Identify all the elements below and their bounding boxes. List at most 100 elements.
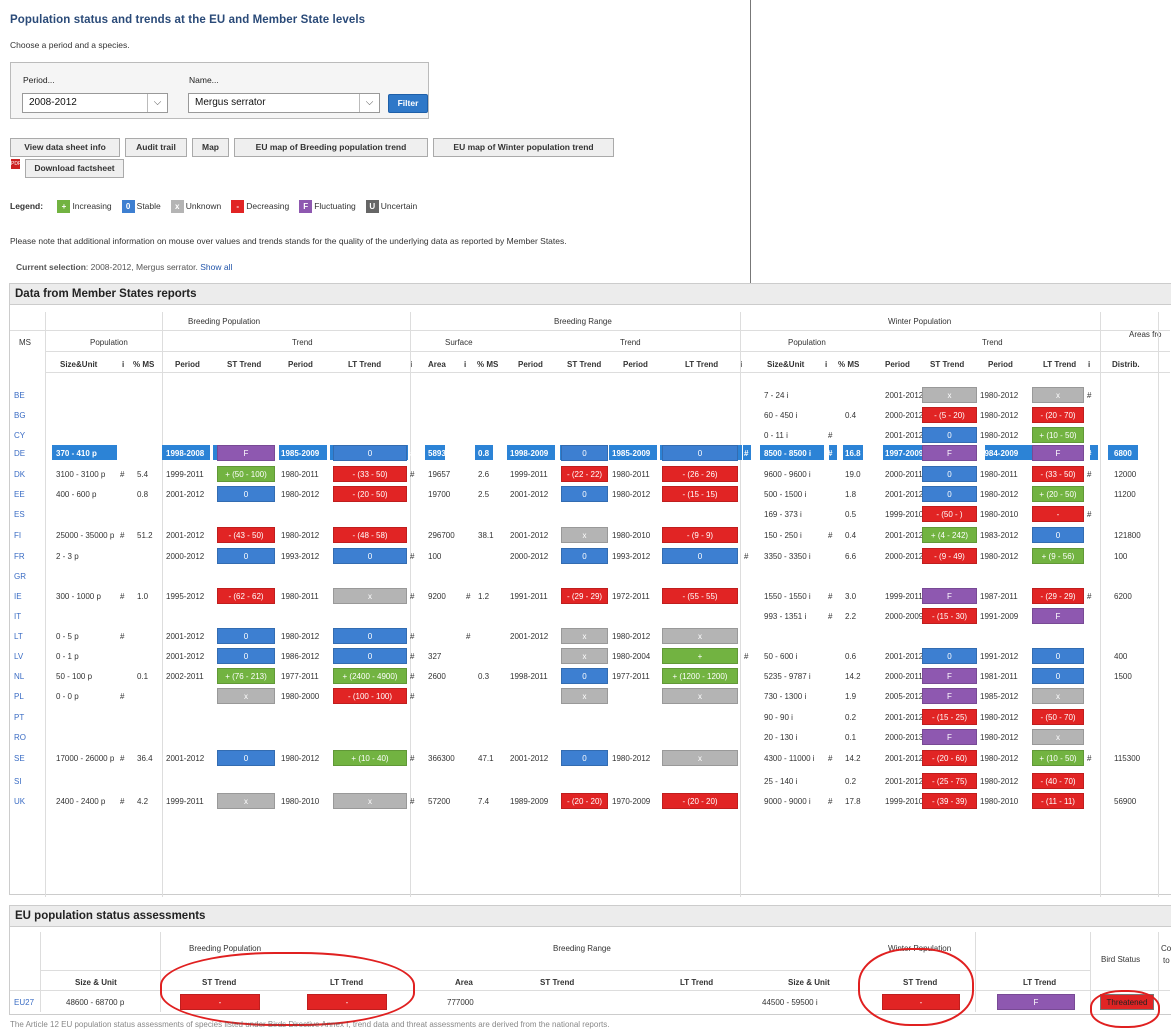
breeding-st-period: 1999-2011 (166, 797, 204, 806)
winter-st-trend: - (25 - 75) (922, 773, 977, 789)
winter-lt-trend: F (1032, 445, 1084, 461)
row-ms-code[interactable]: ES (14, 510, 25, 519)
legend-swatch: F (299, 200, 313, 213)
breeding-lt-quality: # (410, 449, 415, 458)
grid-line (40, 970, 1090, 971)
winter-size: 50 - 600 i (764, 652, 798, 661)
audit-trail-button[interactable]: Audit trail (125, 138, 187, 157)
row-ms-code[interactable]: NL (14, 672, 24, 681)
eu-table-title: EU population status assessments (10, 906, 1171, 927)
range-lt-trend: - (55 - 55) (662, 588, 738, 604)
row-ms-code[interactable]: FR (14, 552, 25, 561)
winter-lt-trend: - (29 - 29) (1032, 588, 1084, 604)
breeding-st-trend: 0 (217, 648, 275, 664)
winter-st-period: 1999-2010 (885, 797, 924, 806)
row-ms-code[interactable]: SE (14, 754, 25, 763)
breeding-st-period: 2002-2011 (166, 672, 204, 681)
row-ms-code[interactable]: DK (14, 470, 25, 479)
winter-st-trend: - (20 - 60) (922, 750, 977, 766)
breeding-lt-quality: # (410, 692, 415, 701)
breeding-lt-period: 1980-2012 (281, 754, 320, 763)
winter-st-period: 1999-2011 (885, 592, 923, 601)
grid-line (45, 351, 1170, 352)
range-pct: 0.3 (478, 672, 490, 681)
breeding-pct: 51.2 (137, 531, 153, 540)
row-ms-code[interactable]: DE (14, 449, 25, 458)
winter-lt-trend: - (50 - 70) (1032, 709, 1084, 725)
filter-button[interactable]: Filter (388, 94, 428, 113)
winter-lt-period: 1980-2010 (980, 797, 1019, 806)
winter-size: 500 - 1500 i (764, 490, 807, 499)
row-ms-code[interactable]: FI (14, 531, 21, 540)
period-select[interactable]: 2008-2012 ⌵ (22, 93, 168, 113)
winter-quality: # (828, 531, 833, 540)
row-ms-code[interactable]: LV (14, 652, 23, 661)
row-ms-code[interactable]: BE (14, 391, 25, 400)
winter-size: 60 - 450 i (764, 411, 798, 420)
winter-lt-quality: # (1087, 449, 1092, 458)
row-ms-code[interactable]: PT (14, 713, 24, 722)
breeding-pct: 36.4 (137, 754, 153, 763)
eu-group-co: to (1163, 956, 1170, 965)
row-ms-code[interactable]: IE (14, 592, 22, 601)
eu-column-header: Size & Unit (788, 978, 830, 987)
period-label: Period... (23, 75, 55, 85)
breeding-st-period: 2000-2012 (166, 552, 205, 561)
column-header: Area (428, 360, 446, 369)
row-ms-code[interactable]: SI (14, 777, 22, 786)
row-ms-code[interactable]: GR (14, 572, 26, 581)
download-factsheet-button[interactable]: Download factsheet (25, 159, 124, 178)
row-ms-code[interactable]: LT (14, 632, 23, 641)
row-ms-code[interactable]: UK (14, 797, 25, 806)
show-all-link[interactable]: Show all (200, 262, 232, 272)
breeding-lt-trend: + (2400 - 4900) (333, 668, 407, 684)
winter-size: 0 - 11 i (764, 431, 788, 440)
species-value: Mergus serrator (195, 97, 266, 108)
breeding-st-trend: F (217, 445, 275, 461)
eu-group-co: Co (1161, 944, 1171, 953)
ms-table-title: Data from Member States reports (10, 284, 1171, 305)
view-data-sheet-button[interactable]: View data sheet info (10, 138, 120, 157)
winter-lt-period: 1980-2012 (980, 777, 1019, 786)
winter-lt-quality: # (1087, 391, 1092, 400)
winter-lt-period: 1980-2012 (980, 391, 1019, 400)
winter-lt-period: 1980-2012 (980, 411, 1019, 420)
chevron-down-icon[interactable]: ⌵ (147, 94, 167, 112)
range-st-trend: 0 (561, 445, 608, 461)
eu-column-header: LT Trend (330, 978, 364, 987)
eu-column-header: LT Trend (680, 978, 714, 987)
instruction-text: Choose a period and a species. (10, 40, 130, 50)
winter-lt-period: 1984-2009 (980, 449, 1019, 458)
range-lt-quality: # (744, 652, 749, 661)
eu-winter-st-trend: - (882, 994, 960, 1010)
row-ms-code[interactable]: CY (14, 431, 25, 440)
breeding-st-period: 1999-2011 (166, 470, 204, 479)
row-ms-code[interactable]: PL (14, 692, 24, 701)
range-lt-trend: x (662, 628, 738, 644)
winter-st-period: 2000-2009 (885, 612, 924, 621)
chevron-down-icon[interactable]: ⌵ (359, 94, 379, 112)
winter-st-trend: - (9 - 49) (922, 548, 977, 564)
winter-lt-quality: # (1087, 592, 1092, 601)
column-header: ST Trend (567, 360, 602, 369)
breeding-lt-period: 1980-2012 (281, 490, 320, 499)
range-area: 57200 (428, 797, 451, 806)
row-ms-code[interactable]: EE (14, 490, 25, 499)
row-ms-code[interactable]: RO (14, 733, 26, 742)
column-header: Period (175, 360, 200, 369)
map-button[interactable]: Map (192, 138, 229, 157)
winter-st-period: 2001-2012 (885, 531, 924, 540)
row-ms-code[interactable]: BG (14, 411, 26, 420)
winter-st-period: 1999-2010 (885, 510, 924, 519)
winter-pct: 0.4 (845, 531, 857, 540)
grid-line (1158, 932, 1159, 1012)
species-select[interactable]: Mergus serrator ⌵ (188, 93, 380, 113)
winter-map-button[interactable]: EU map of Winter population trend (433, 138, 614, 157)
winter-size: 20 - 130 i (764, 733, 798, 742)
breeding-map-button[interactable]: EU map of Breeding population trend (234, 138, 428, 157)
winter-st-period: 2001-2012 (885, 777, 924, 786)
breeding-st-trend: x (217, 793, 275, 809)
winter-pct: 0.2 (845, 777, 857, 786)
winter-pct: 0.6 (845, 652, 857, 661)
row-ms-code[interactable]: IT (14, 612, 21, 621)
